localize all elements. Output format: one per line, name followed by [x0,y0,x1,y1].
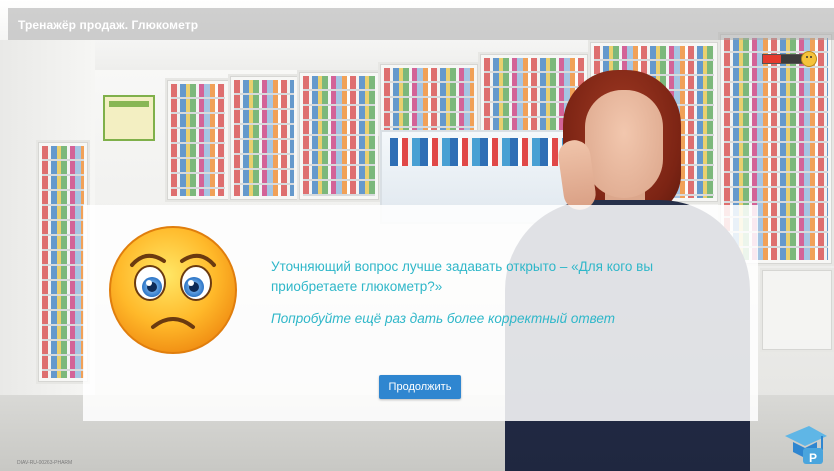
mood-meter-bar [762,54,804,64]
graduation-cap-logo-icon[interactable]: P [781,418,829,466]
promo-board [103,95,155,141]
svg-text:P: P [809,451,817,465]
title-bar: Тренажёр продаж. Глюкометр [8,8,834,40]
footer-code: DIAV-RU-00263-PHARM [17,460,73,466]
shelf-1 [165,78,231,202]
feedback-dialog: Уточняющий вопрос лучше задавать открыто… [83,205,758,421]
shelf-2 [228,74,300,202]
continue-button[interactable]: Продолжить [379,375,461,399]
shelf-4 [378,62,480,136]
shelf-right-lower [760,268,834,352]
sad-face-emoji-icon [109,226,237,354]
trainer-scene: Тренажёр продаж. Глюкометр Уточняющий во… [0,0,834,471]
shelf-left [36,140,90,384]
app-title: Тренажёр продаж. Глюкометр [18,18,199,32]
feedback-hint: Попробуйте ещё раз дать более корректный… [271,311,615,326]
sad-face-icon [801,51,817,67]
shelf-3 [297,70,381,202]
character-face [585,90,663,198]
feedback-message: Уточняющий вопрос лучше задавать открыто… [271,259,654,294]
